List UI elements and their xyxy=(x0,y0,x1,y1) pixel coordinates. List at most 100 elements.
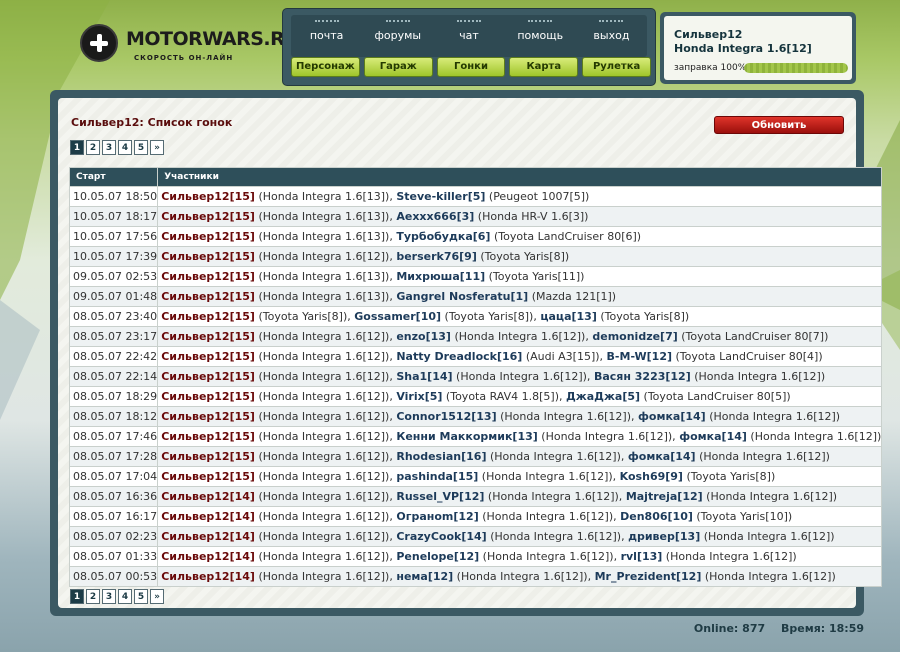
participant-self-link[interactable]: Сильвер12[14] xyxy=(161,550,255,563)
participant-link[interactable]: Kosh69[9] xyxy=(620,470,683,483)
participant-link[interactable]: Virix[5] xyxy=(396,390,442,403)
participant-link[interactable]: demonidze[7] xyxy=(592,330,677,343)
page-link-2[interactable]: 2 xyxy=(86,589,100,604)
participant-self-link[interactable]: Сильвер12[15] xyxy=(161,230,255,243)
participant-link[interactable]: Steve-killer[5] xyxy=(396,190,485,203)
nav-logout[interactable]: выход xyxy=(576,15,647,57)
race-participants: Сильвер12[14] (Honda Integra 1.6[12]), R… xyxy=(157,486,883,507)
race-start-time: 08.05.07 01:33 xyxy=(68,546,159,567)
participant-link[interactable]: Gossamer[10] xyxy=(354,310,441,323)
participant-self-link[interactable]: Сильвер12[14] xyxy=(161,530,255,543)
participant-self-link[interactable]: Сильвер12[15] xyxy=(161,190,255,203)
participant-link[interactable]: Connor1512[13] xyxy=(396,410,496,423)
participant-link[interactable]: цаца[13] xyxy=(540,310,597,323)
page-link-5[interactable]: 5 xyxy=(134,140,148,155)
participant-link[interactable]: Majtreja[12] xyxy=(626,490,703,503)
race-participants: Сильвер12[15] (Honda Integra 1.6[13]), Т… xyxy=(157,226,883,247)
participant-self-link[interactable]: Сильвер12[15] xyxy=(161,310,255,323)
participant-link[interactable]: фомка[14] xyxy=(679,430,747,443)
participant-car: (Honda Integra 1.6[13]), xyxy=(254,210,397,223)
nav-help[interactable]: помощь xyxy=(505,15,576,57)
participant-link[interactable]: CrazyCook[14] xyxy=(396,530,486,543)
participant-link[interactable]: Rhodesian[16] xyxy=(396,450,486,463)
nav-races-button[interactable]: Гонки xyxy=(436,57,506,77)
race-start-time: 10.05.07 17:56 xyxy=(68,226,159,247)
column-header-start[interactable]: Старт xyxy=(68,167,159,187)
nav-forums[interactable]: форумы xyxy=(362,15,433,57)
participant-self-link[interactable]: Сильвер12[15] xyxy=(161,350,255,363)
participant-link[interactable]: фомка[14] xyxy=(638,410,706,423)
page-next-link[interactable]: » xyxy=(150,140,164,155)
participant-self-link[interactable]: Сильвер12[15] xyxy=(161,270,255,283)
race-start-time: 10.05.07 18:17 xyxy=(68,206,159,227)
participant-car: (Honda Integra 1.6[12]), xyxy=(478,510,621,523)
participant-self-link[interactable]: Сильвер12[15] xyxy=(161,290,255,303)
participant-link[interactable]: Penelope[12] xyxy=(396,550,479,563)
participant-self-link[interactable]: Сильвер12[15] xyxy=(161,410,255,423)
page-link-1[interactable]: 1 xyxy=(70,140,84,155)
page-next-link[interactable]: » xyxy=(150,589,164,604)
participant-link[interactable]: Den806[10] xyxy=(620,510,693,523)
nav-character-button[interactable]: Персонаж xyxy=(291,57,360,77)
page-link-1[interactable]: 1 xyxy=(70,589,84,604)
participant-self-link[interactable]: Сильвер12[15] xyxy=(161,450,255,463)
participant-link[interactable]: Mr_Prezident[12] xyxy=(595,570,702,583)
participant-self-link[interactable]: Сильвер12[15] xyxy=(161,390,255,403)
refresh-button[interactable]: Обновить xyxy=(714,116,844,134)
participant-link[interactable]: Natty Dreadlock[16] xyxy=(396,350,522,363)
participant-link[interactable]: Кенни Маккормик[13] xyxy=(396,430,537,443)
participant-car: (Honda Integra 1.6[12]), xyxy=(254,510,397,523)
server-time: Время: 18:59 xyxy=(780,622,864,635)
race-participants: Сильвер12[15] (Honda Integra 1.6[12]), V… xyxy=(157,386,883,407)
nav-map-button[interactable]: Карта xyxy=(509,57,579,77)
footer-status: Online: 877 Время: 18:59 xyxy=(682,622,864,635)
participant-link[interactable]: rvl[13] xyxy=(621,550,663,563)
participant-link[interactable]: berserk76[9] xyxy=(396,250,477,263)
participant-car: (Honda Integra 1.6[12]) xyxy=(662,550,797,563)
race-start-time: 08.05.07 17:28 xyxy=(68,446,159,467)
race-participants: Сильвер12[15] (Honda Integra 1.6[12]), b… xyxy=(157,246,883,267)
participant-link[interactable]: Васян 3223[12] xyxy=(594,370,691,383)
participant-self-link[interactable]: Сильвер12[15] xyxy=(161,370,255,383)
nav-chat[interactable]: чат xyxy=(433,15,504,57)
participant-link[interactable]: pashinda[15] xyxy=(396,470,478,483)
participant-self-link[interactable]: Сильвер12[14] xyxy=(161,510,255,523)
participant-car: (Honda Integra 1.6[12]) xyxy=(701,570,836,583)
participant-self-link[interactable]: Сильвер12[15] xyxy=(161,430,255,443)
race-start-time: 08.05.07 16:17 xyxy=(68,506,159,527)
page-link-3[interactable]: 3 xyxy=(102,140,116,155)
column-header-participants[interactable]: Участники xyxy=(157,167,883,187)
page-link-3[interactable]: 3 xyxy=(102,589,116,604)
participant-link[interactable]: B-M-W[12] xyxy=(607,350,672,363)
participant-link[interactable]: нема[12] xyxy=(396,570,453,583)
participant-link[interactable]: Gangrel Nosferatu[1] xyxy=(396,290,528,303)
nav-garage-button[interactable]: Гараж xyxy=(363,57,433,77)
participant-link[interactable]: Огранom[12] xyxy=(396,510,478,523)
site-logo[interactable]: MOTORWARS.RU СКОРОСТЬ ОН-ЛАЙН xyxy=(80,22,300,66)
nav-roulette-button[interactable]: Рулетка xyxy=(582,57,651,77)
participant-car: (Honda Integra 1.6[12]), xyxy=(254,250,397,263)
participant-link[interactable]: Russel_VP[12] xyxy=(396,490,484,503)
participant-self-link[interactable]: Сильвер12[15] xyxy=(161,330,255,343)
participant-link[interactable]: Aexxx666[3] xyxy=(396,210,474,223)
participant-link[interactable]: enzo[13] xyxy=(396,330,451,343)
main-navigation: почта форумы чат помощь выход Персонаж Г… xyxy=(282,8,656,86)
nav-mail[interactable]: почта xyxy=(291,15,362,57)
participant-link[interactable]: дривер[13] xyxy=(628,530,700,543)
participant-self-link[interactable]: Сильвер12[14] xyxy=(161,570,255,583)
participant-link[interactable]: фомка[14] xyxy=(628,450,696,463)
page-link-5[interactable]: 5 xyxy=(134,589,148,604)
participant-link[interactable]: Михрюша[11] xyxy=(396,270,485,283)
user-name[interactable]: Сильвер12 xyxy=(674,28,742,41)
page-link-2[interactable]: 2 xyxy=(86,140,100,155)
participant-self-link[interactable]: Сильвер12[15] xyxy=(161,250,255,263)
participant-self-link[interactable]: Сильвер12[15] xyxy=(161,470,255,483)
page-link-4[interactable]: 4 xyxy=(118,140,132,155)
page-link-4[interactable]: 4 xyxy=(118,589,132,604)
participant-car: (Honda Integra 1.6[12]), xyxy=(452,370,594,383)
participant-self-link[interactable]: Сильвер12[14] xyxy=(161,490,255,503)
participant-link[interactable]: Sha1[14] xyxy=(396,370,452,383)
participant-link[interactable]: ДжаДжа[5] xyxy=(566,390,640,403)
participant-self-link[interactable]: Сильвер12[15] xyxy=(161,210,255,223)
participant-link[interactable]: Турбобудка[6] xyxy=(396,230,490,243)
